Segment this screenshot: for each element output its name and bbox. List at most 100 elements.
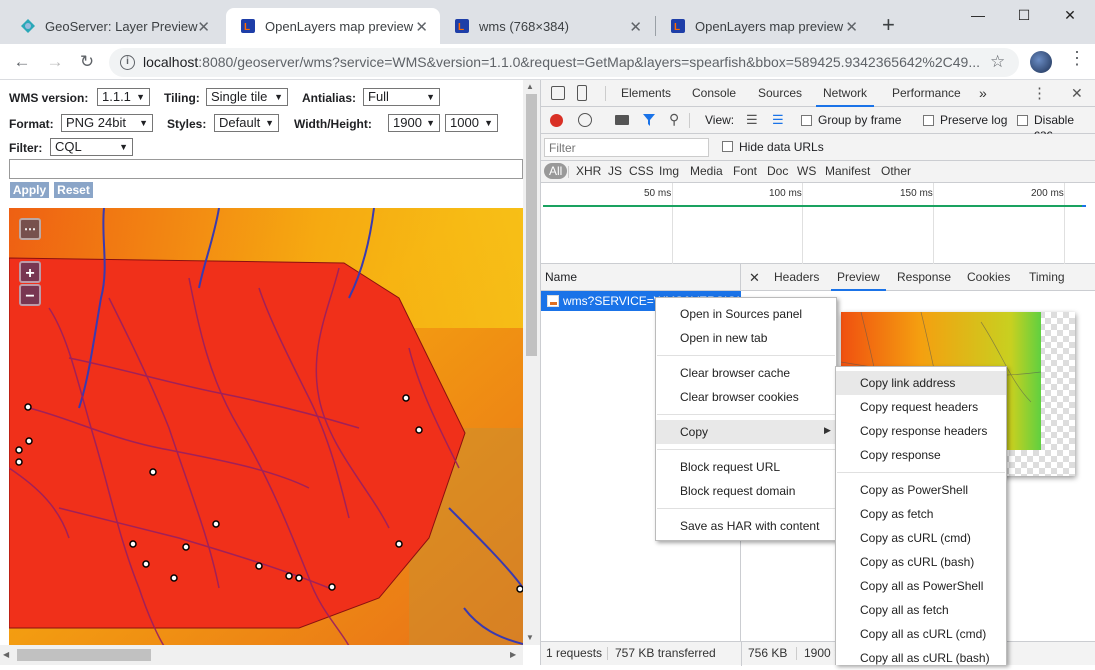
devtools-menu-icon[interactable]: ⋮	[1032, 84, 1047, 102]
close-icon[interactable]: ✕	[197, 18, 210, 36]
inspect-element-icon[interactable]	[551, 86, 565, 100]
type-filter-other[interactable]: Other	[881, 164, 911, 178]
layer-switcher-toggle[interactable]: ⋯	[19, 218, 41, 240]
zoom-out-button[interactable]: −	[19, 284, 41, 306]
address-bar[interactable]: i localhost:8080/geoserver/wms?service=W…	[109, 48, 1019, 77]
menu-item-copy-response[interactable]: Copy response	[836, 443, 1006, 467]
devtools-tab-elements[interactable]: Elements	[621, 80, 671, 107]
menu-kebab-icon[interactable]: ⋮	[1068, 49, 1086, 67]
menu-item-copy-request-headers[interactable]: Copy request headers	[836, 395, 1006, 419]
type-filter-xhr[interactable]: XHR	[576, 164, 601, 178]
detail-tab-preview[interactable]: Preview	[831, 264, 886, 291]
height-select[interactable]: 1000 ▼	[445, 114, 498, 132]
tab-geoserver[interactable]: GeoServer: Layer Preview ✕	[6, 8, 222, 44]
devtools-tab-console[interactable]: Console	[692, 80, 736, 107]
menu-item-copy-response-headers[interactable]: Copy response headers	[836, 419, 1006, 443]
wms-version-select[interactable]: 1.1.1 ▼	[97, 88, 150, 106]
type-filter-all[interactable]: All	[544, 163, 568, 179]
close-icon[interactable]: ✕	[415, 18, 428, 36]
bookmark-star-icon[interactable]: ☆	[990, 52, 1005, 72]
devtools-tab-network[interactable]: Network	[816, 80, 875, 107]
scroll-right-icon[interactable]: ▶	[510, 650, 516, 659]
apply-button[interactable]: Apply	[10, 182, 49, 198]
scroll-down-icon[interactable]: ▼	[526, 633, 534, 642]
detail-tab-response[interactable]: Response	[897, 264, 951, 291]
detail-tab-headers[interactable]: Headers	[774, 264, 819, 291]
menu-item-block-url[interactable]: Block request URL	[656, 455, 836, 479]
disable-cache-checkbox[interactable]	[1017, 115, 1028, 126]
preserve-log-checkbox[interactable]	[923, 115, 934, 126]
type-filter-font[interactable]: Font	[733, 164, 757, 178]
type-filter-img[interactable]: Img	[659, 164, 679, 178]
menu-item-copy-as-curl-bash[interactable]: Copy as cURL (bash)	[836, 550, 1006, 574]
window-close-icon[interactable]: ✕	[1047, 0, 1093, 30]
filter-text-input[interactable]	[9, 159, 523, 179]
info-icon[interactable]: i	[120, 55, 135, 70]
type-filter-js[interactable]: JS	[608, 164, 622, 178]
record-icon[interactable]	[550, 114, 563, 127]
network-overview-timeline[interactable]: 50 ms 100 ms 150 ms 200 ms	[541, 183, 1095, 264]
scrollbar-thumb[interactable]	[17, 649, 151, 661]
menu-item-clear-cookies[interactable]: Clear browser cookies	[656, 385, 836, 409]
hide-data-urls-checkbox[interactable]	[722, 141, 733, 152]
menu-item-copy-as-curl-cmd[interactable]: Copy as cURL (cmd)	[836, 526, 1006, 550]
reload-icon[interactable]: ↻	[75, 50, 99, 74]
new-tab-button[interactable]: +	[882, 12, 895, 38]
menu-item-block-domain[interactable]: Block request domain	[656, 479, 836, 503]
tiling-select[interactable]: Single tile ▼	[206, 88, 288, 106]
zoom-in-button[interactable]: +	[19, 261, 41, 283]
minimize-icon[interactable]: —	[955, 0, 1001, 30]
menu-item-copy-all-as-curl-cmd[interactable]: Copy all as cURL (cmd)	[836, 622, 1006, 646]
type-filter-css[interactable]: CSS	[629, 164, 654, 178]
menu-item-copy-all-as-fetch[interactable]: Copy all as fetch	[836, 598, 1006, 622]
devtools-close-icon[interactable]: ✕	[1071, 85, 1083, 102]
tab-wms-image[interactable]: L wms (768×384) ✕	[440, 8, 654, 44]
menu-item-open-in-new-tab[interactable]: Open in new tab	[656, 326, 836, 350]
page-vertical-scrollbar[interactable]: ▲ ▼	[523, 80, 540, 645]
scroll-up-icon[interactable]: ▲	[526, 82, 534, 91]
scroll-left-icon[interactable]: ◀	[3, 650, 9, 659]
menu-item-clear-cache[interactable]: Clear browser cache	[656, 361, 836, 385]
search-icon[interactable]: ⚲	[669, 111, 679, 128]
type-filter-manifest[interactable]: Manifest	[825, 164, 870, 178]
close-icon[interactable]: ✕	[629, 18, 642, 36]
menu-item-copy-all-as-powershell[interactable]: Copy all as PowerShell	[836, 574, 1006, 598]
map-viewport[interactable]: ⋯ + −	[9, 208, 523, 646]
format-select[interactable]: PNG 24bit ▼	[61, 114, 153, 132]
type-filter-ws[interactable]: WS	[797, 164, 816, 178]
antialias-select[interactable]: Full ▼	[363, 88, 440, 106]
clear-icon[interactable]	[578, 113, 592, 127]
detail-tab-cookies[interactable]: Cookies	[967, 264, 1010, 291]
menu-item-open-in-sources[interactable]: Open in Sources panel	[656, 302, 836, 326]
width-select[interactable]: 1900 ▼	[388, 114, 440, 132]
device-toolbar-icon[interactable]	[577, 85, 587, 101]
more-tabs-icon[interactable]: »	[979, 80, 987, 107]
network-filter-input[interactable]	[544, 138, 709, 157]
devtools-tab-performance[interactable]: Performance	[892, 80, 961, 107]
profile-avatar[interactable]	[1030, 51, 1052, 73]
large-rows-icon[interactable]: ☰	[746, 113, 758, 126]
menu-item-copy-link-address[interactable]: Copy link address	[836, 371, 1006, 395]
detail-tab-timing[interactable]: Timing	[1029, 264, 1065, 291]
filter-type-select[interactable]: CQL ▼	[50, 138, 133, 156]
filter-funnel-icon[interactable]	[642, 113, 656, 127]
tab-openlayers-preview-2[interactable]: L OpenLayers map preview ✕	[656, 8, 870, 44]
forward-icon[interactable]: →	[43, 50, 67, 74]
scrollbar-thumb[interactable]	[526, 94, 537, 356]
screenshot-camera-icon[interactable]	[615, 115, 629, 125]
close-detail-icon[interactable]: ✕	[749, 264, 760, 291]
reset-button[interactable]: Reset	[54, 182, 93, 198]
styles-select[interactable]: Default ▼	[214, 114, 279, 132]
waterfall-icon[interactable]: ☰	[772, 113, 784, 126]
menu-item-save-har[interactable]: Save as HAR with content	[656, 514, 836, 538]
devtools-tab-sources[interactable]: Sources	[758, 80, 802, 107]
menu-item-copy-all-as-curl-bash[interactable]: Copy all as cURL (bash)	[836, 646, 1006, 670]
group-by-frame-checkbox[interactable]	[801, 115, 812, 126]
maximize-icon[interactable]: ☐	[1001, 0, 1047, 30]
page-horizontal-scrollbar[interactable]: ◀ ▶	[0, 645, 523, 665]
menu-item-copy-as-powershell[interactable]: Copy as PowerShell	[836, 478, 1006, 502]
name-column-header[interactable]: Name	[541, 264, 741, 291]
close-icon[interactable]: ✕	[845, 18, 858, 36]
type-filter-media[interactable]: Media	[690, 164, 723, 178]
menu-item-copy-as-fetch[interactable]: Copy as fetch	[836, 502, 1006, 526]
